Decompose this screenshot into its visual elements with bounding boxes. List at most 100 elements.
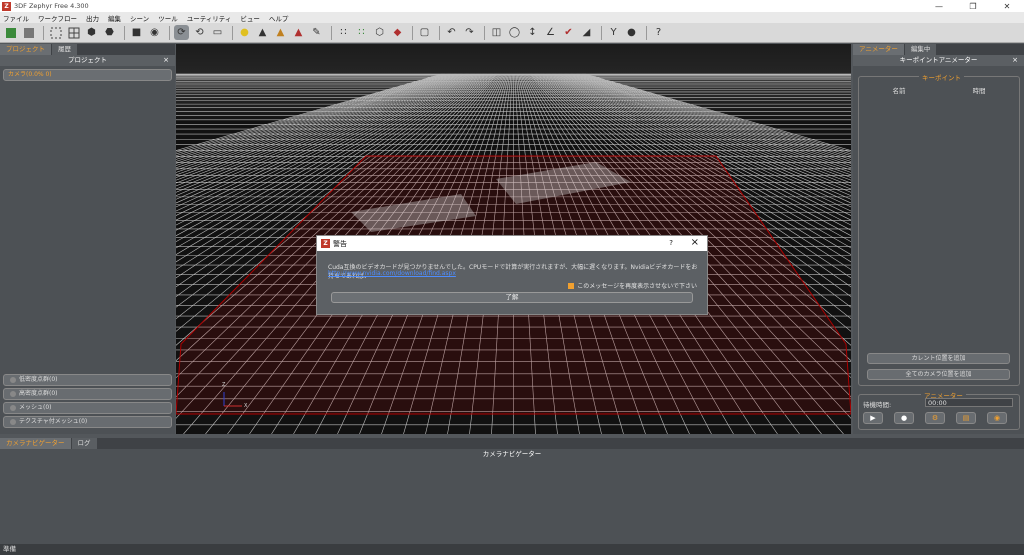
- sphere-icon[interactable]: ◯: [507, 25, 522, 40]
- toolbar-separator: [484, 25, 485, 40]
- textured-mesh-button[interactable]: テクスチャ付メッシュ(0): [3, 416, 172, 428]
- light-bulb-icon[interactable]: ●: [237, 25, 252, 40]
- toolbar-separator: [169, 25, 170, 40]
- wait-time-label: 待機時間:: [863, 401, 892, 409]
- add-all-camera-positions-button[interactable]: 全てのカメラ位置を追加: [867, 369, 1010, 380]
- wireframe-icon[interactable]: ⬡: [372, 25, 387, 40]
- settings-icon[interactable]: ⚙: [925, 412, 945, 424]
- fit-view-icon[interactable]: ▢: [417, 25, 432, 40]
- texture-icon[interactable]: ▲: [291, 25, 306, 40]
- tab-history[interactable]: 履歴: [52, 44, 77, 55]
- menu-file[interactable]: ファイル: [3, 13, 29, 23]
- shape-icon[interactable]: ■: [129, 25, 144, 40]
- keypoint-list-header: 名前 時間: [859, 85, 1019, 95]
- up-axis-icon[interactable]: ↕: [525, 25, 540, 40]
- project-panel: プロジェクト 履歴 プロジェクト × カメラ(0.0% 0) 低密度点群(0) …: [0, 44, 175, 434]
- menu-view[interactable]: ビュー: [240, 13, 260, 23]
- checkbox-icon[interactable]: [568, 282, 575, 289]
- dialog-title: 警告: [333, 239, 347, 248]
- cube-icon[interactable]: ⬣: [102, 25, 117, 40]
- triangle-icon[interactable]: ▲: [273, 25, 288, 40]
- title-bar: Z 3DF Zephyr Free 4.300 — ❐ ✕: [0, 0, 1024, 12]
- camera-item[interactable]: カメラ(0.0% 0): [3, 69, 172, 81]
- nvidia-download-link[interactable]: http://www.nvidia.com/download/find.aspx: [328, 270, 456, 277]
- measure-icon[interactable]: ∠: [543, 25, 558, 40]
- ok-button[interactable]: 了解: [331, 292, 693, 303]
- orbit-icon[interactable]: ⟳: [174, 25, 189, 40]
- menu-scene[interactable]: シーン: [130, 13, 149, 23]
- status-text: 準備: [3, 545, 16, 553]
- animator-panel: アニメーター 編集中 キーポイントアニメーター × キーポイント 名前 時間 カ…: [853, 44, 1024, 434]
- camera-navigator-header: カメラナビゲーター: [0, 449, 1024, 460]
- fork-icon[interactable]: Y: [606, 25, 621, 40]
- animator-tabs: アニメーター 編集中: [853, 44, 1024, 55]
- brush-icon[interactable]: ✎: [309, 25, 324, 40]
- menu-edit[interactable]: 編集: [108, 13, 121, 23]
- column-name[interactable]: 名前: [893, 85, 906, 95]
- undo-icon[interactable]: ↶: [444, 25, 459, 40]
- export-video-icon[interactable]: ◉: [987, 412, 1007, 424]
- toolbar-separator: [439, 25, 440, 40]
- wait-time-input[interactable]: 00:00: [925, 398, 1013, 407]
- add-current-position-button[interactable]: カレント位置を追加: [867, 353, 1010, 364]
- dialog-help-button[interactable]: ?: [669, 239, 673, 247]
- tab-project[interactable]: プロジェクト: [0, 44, 51, 55]
- help-icon[interactable]: ?: [651, 25, 666, 40]
- dense-cloud-button[interactable]: 高密度点群(0): [3, 388, 172, 400]
- bullet-icon: [10, 377, 16, 383]
- dense-cloud-icon[interactable]: ∷: [354, 25, 369, 40]
- camera-navigator-title: カメラナビゲーター: [482, 450, 542, 458]
- column-time[interactable]: 時間: [973, 85, 986, 95]
- toolbar-separator: [124, 25, 125, 40]
- camera-icon[interactable]: ◉: [147, 25, 162, 40]
- select-rect-icon[interactable]: [48, 25, 63, 40]
- dialog-close-icon[interactable]: ×: [691, 237, 699, 248]
- red-cube-icon[interactable]: ◆: [390, 25, 405, 40]
- save-icon[interactable]: [21, 25, 36, 40]
- color-points-icon[interactable]: ✔: [561, 25, 576, 40]
- animator-group: アニメーター 待機時間: 00:00 ▶ ● ⚙ ▤ ◉: [858, 390, 1020, 430]
- camera-navigator-panel: カメラナビゲーター ログ カメラナビゲーター: [0, 438, 1024, 544]
- bullet-icon: [10, 419, 16, 425]
- maximize-icon[interactable]: ❐: [956, 0, 990, 12]
- mesh-button[interactable]: メッシュ(0): [3, 402, 172, 414]
- minimize-icon[interactable]: —: [922, 0, 956, 12]
- close-icon[interactable]: ×: [163, 55, 169, 66]
- close-icon[interactable]: ×: [1012, 55, 1018, 66]
- point-cloud-icon[interactable]: ∷: [336, 25, 351, 40]
- tab-editing[interactable]: 編集中: [904, 44, 937, 55]
- mask-icon[interactable]: ●: [624, 25, 639, 40]
- ruler-icon[interactable]: ◢: [579, 25, 594, 40]
- tab-animator[interactable]: アニメーター: [853, 44, 904, 55]
- menu-tools[interactable]: ツール: [158, 13, 178, 23]
- menu-help[interactable]: ヘルプ: [269, 13, 289, 23]
- toolbar: ⬢ ⬣ ■ ◉ ⟳ ⟲ ▭ ● ▲ ▲ ▲ ✎ ∷ ∷ ⬡ ◆ ▢ ↶ ↷ ◫ …: [0, 23, 1024, 43]
- menu-bar: ファイル ワークフロー 出力 編集 シーン ツール ユーティリティ ビュー ヘル…: [0, 12, 1024, 23]
- select-mesh-icon[interactable]: [66, 25, 81, 40]
- tab-camera-navigator[interactable]: カメラナビゲーター: [0, 438, 71, 449]
- film-icon[interactable]: ▤: [956, 412, 976, 424]
- play-icon[interactable]: ▶: [863, 412, 883, 424]
- dont-show-again-label: このメッセージを再度表示させないで下さい: [577, 283, 697, 290]
- redo-icon[interactable]: ↷: [462, 25, 477, 40]
- menu-workflow[interactable]: ワークフロー: [38, 13, 77, 23]
- bullet-icon: [10, 391, 16, 397]
- sparse-cloud-button[interactable]: 低密度点群(0): [3, 374, 172, 386]
- rotate-icon[interactable]: ⟲: [192, 25, 207, 40]
- project-tabs: プロジェクト 履歴: [0, 44, 175, 55]
- app-logo-icon: Z: [321, 239, 330, 248]
- animator-panel-title: キーポイントアニメーター: [899, 56, 978, 64]
- points-icon[interactable]: ▲: [255, 25, 270, 40]
- toolbar-separator: [412, 25, 413, 40]
- fov-icon[interactable]: ▭: [210, 25, 225, 40]
- new-project-icon[interactable]: [3, 25, 18, 40]
- hexagon-icon[interactable]: ⬢: [84, 25, 99, 40]
- menu-export[interactable]: 出力: [86, 13, 99, 23]
- record-icon[interactable]: ●: [894, 412, 914, 424]
- tab-log[interactable]: ログ: [71, 438, 97, 449]
- menu-utilities[interactable]: ユーティリティ: [187, 13, 232, 23]
- close-icon[interactable]: ✕: [990, 0, 1024, 12]
- bounding-box-icon[interactable]: ◫: [489, 25, 504, 40]
- dont-show-again-checkbox[interactable]: このメッセージを再度表示させないで下さい: [568, 281, 697, 290]
- window-title: 3DF Zephyr Free 4.300: [14, 2, 89, 10]
